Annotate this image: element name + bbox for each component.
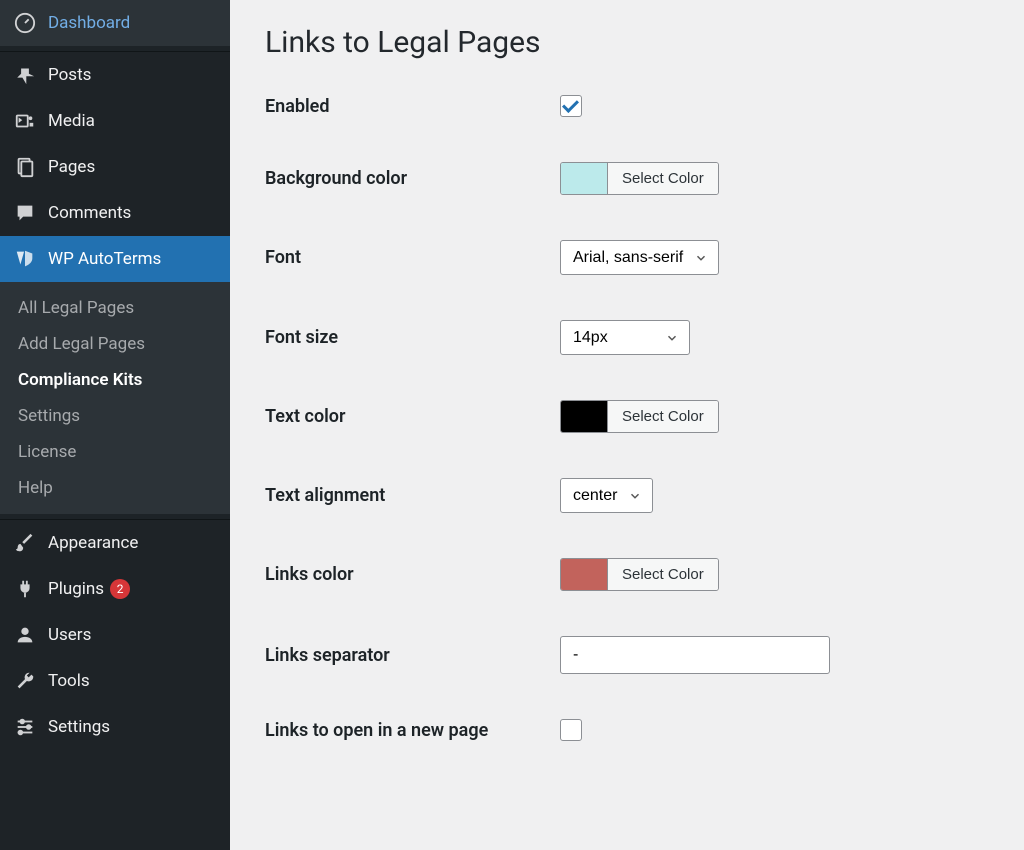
font-select[interactable]: Arial, sans-serif: [560, 240, 719, 275]
sidebar-item-label: Comments: [48, 203, 131, 223]
dashboard-icon: [14, 12, 36, 34]
bg-color-picker[interactable]: Select Color: [560, 162, 719, 195]
sidebar-item-appearance[interactable]: Appearance: [0, 520, 230, 566]
links-new-page-checkbox[interactable]: [560, 719, 582, 741]
field-font-size: Font size 14px: [265, 320, 989, 355]
sidebar-item-pages[interactable]: Pages: [0, 144, 230, 190]
field-label: Links separator: [265, 645, 560, 666]
sidebar-item-tools[interactable]: Tools: [0, 658, 230, 704]
field-label: Background color: [265, 168, 560, 189]
text-align-select[interactable]: center: [560, 478, 653, 513]
plug-icon: [14, 578, 36, 600]
text-color-swatch: [561, 401, 607, 432]
sidebar-item-wp-autoterms[interactable]: WP AutoTerms: [0, 236, 230, 282]
sidebar-item-label: Appearance: [48, 533, 138, 553]
pages-icon: [14, 156, 36, 178]
sidebar-item-users[interactable]: Users: [0, 612, 230, 658]
sidebar-item-plugins[interactable]: Plugins 2: [0, 566, 230, 612]
text-color-button[interactable]: Select Color: [607, 401, 718, 432]
wrench-icon: [14, 670, 36, 692]
field-label: Enabled: [265, 96, 560, 117]
sliders-icon: [14, 716, 36, 738]
submenu-item-compliance-kits[interactable]: Compliance Kits: [0, 362, 230, 398]
field-label: Text alignment: [265, 485, 560, 506]
sidebar-item-label: Plugins: [48, 579, 104, 599]
media-icon: [14, 110, 36, 132]
bg-color-button[interactable]: Select Color: [607, 163, 718, 194]
sidebar-item-label: Users: [48, 625, 91, 645]
sidebar-item-label: WP AutoTerms: [48, 249, 161, 269]
text-color-picker[interactable]: Select Color: [560, 400, 719, 433]
font-size-select[interactable]: 14px: [560, 320, 690, 355]
links-color-picker[interactable]: Select Color: [560, 558, 719, 591]
sidebar-item-settings[interactable]: Settings: [0, 704, 230, 750]
field-links-new-page: Links to open in a new page: [265, 719, 989, 741]
sidebar-item-label: Posts: [48, 65, 91, 85]
field-enabled: Enabled: [265, 95, 989, 117]
field-links-separator: Links separator: [265, 636, 989, 674]
field-font: Font Arial, sans-serif: [265, 240, 989, 275]
field-text-color: Text color Select Color: [265, 400, 989, 433]
submenu-item-help[interactable]: Help: [0, 470, 230, 506]
field-text-alignment: Text alignment center: [265, 478, 989, 513]
field-label: Links to open in a new page: [265, 720, 560, 741]
links-separator-input[interactable]: [560, 636, 830, 674]
comments-icon: [14, 202, 36, 224]
bg-color-swatch: [561, 163, 607, 194]
autoterms-icon: [14, 248, 36, 270]
submenu-item-license[interactable]: License: [0, 434, 230, 470]
enabled-checkbox[interactable]: [560, 95, 582, 117]
sidebar-item-label: Media: [48, 111, 95, 131]
submenu-item-all-legal-pages[interactable]: All Legal Pages: [0, 290, 230, 326]
plugins-update-badge: 2: [110, 579, 130, 599]
sidebar-item-label: Dashboard: [48, 13, 130, 33]
field-background-color: Background color Select Color: [265, 162, 989, 195]
field-links-color: Links color Select Color: [265, 558, 989, 591]
sidebar-item-posts[interactable]: Posts: [0, 52, 230, 98]
field-label: Font: [265, 247, 560, 268]
sidebar-item-dashboard[interactable]: Dashboard: [0, 0, 230, 46]
brush-icon: [14, 532, 36, 554]
admin-sidebar: Dashboard Posts Media Pages Comments WP …: [0, 0, 230, 850]
links-color-button[interactable]: Select Color: [607, 559, 718, 590]
page-title: Links to Legal Pages: [265, 25, 989, 60]
submenu-wp-autoterms: All Legal Pages Add Legal Pages Complian…: [0, 282, 230, 514]
sidebar-item-label: Pages: [48, 157, 95, 177]
submenu-item-add-legal-pages[interactable]: Add Legal Pages: [0, 326, 230, 362]
submenu-item-settings[interactable]: Settings: [0, 398, 230, 434]
main-content: Links to Legal Pages Enabled Background …: [230, 0, 1024, 850]
field-label: Font size: [265, 327, 560, 348]
sidebar-item-comments[interactable]: Comments: [0, 190, 230, 236]
links-color-swatch: [561, 559, 607, 590]
field-label: Text color: [265, 406, 560, 427]
sidebar-item-label: Tools: [48, 671, 90, 691]
field-label: Links color: [265, 564, 560, 585]
sidebar-item-media[interactable]: Media: [0, 98, 230, 144]
user-icon: [14, 624, 36, 646]
sidebar-item-label: Settings: [48, 717, 110, 737]
pin-icon: [14, 64, 36, 86]
